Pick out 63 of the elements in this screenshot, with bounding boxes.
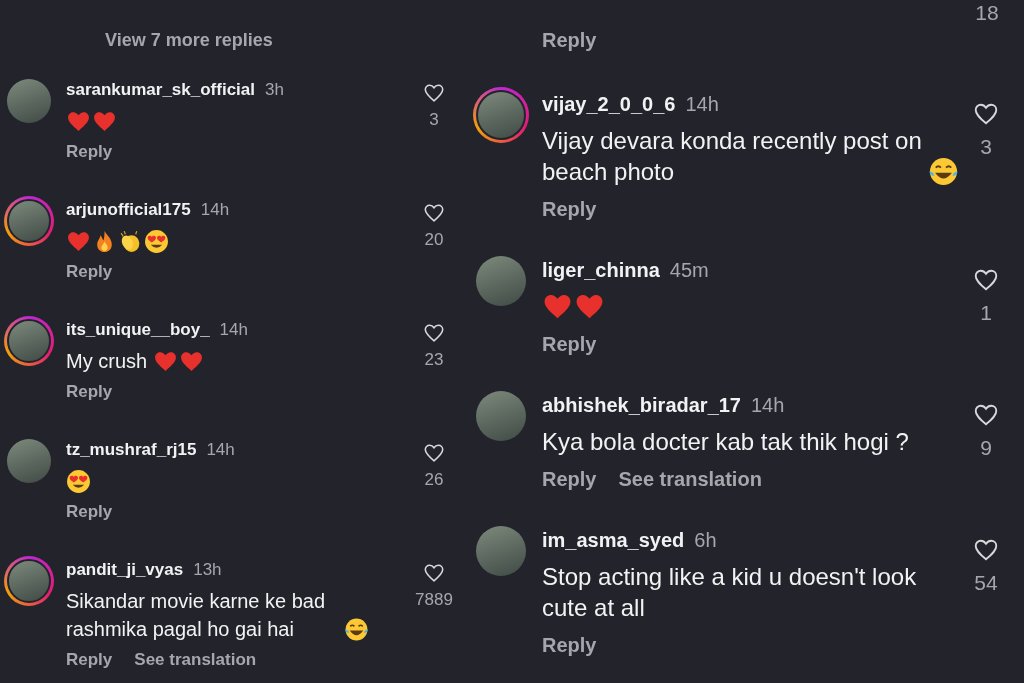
laughing-tears-emoji-icon [344, 616, 369, 642]
comment-text: Kya bola docter kab tak thik hogi ? [542, 427, 909, 457]
comment-text: Sikandar movie karne ke bad rashmika pagal ho gai hai [66, 589, 327, 642]
like-count: 54 [974, 571, 998, 595]
like-heart-icon[interactable] [973, 267, 999, 293]
username[interactable]: its_unique__boy_ [66, 316, 210, 344]
like-count: 26 [424, 470, 444, 490]
comment-time: 3h [265, 79, 284, 101]
comment-time: 13h [193, 559, 222, 581]
laughing-tears-emoji-icon [928, 156, 959, 187]
like-count: 18 [974, 1, 1000, 25]
username[interactable]: vijay_2_0_0_6 [542, 87, 676, 121]
like-count: 3 [429, 110, 439, 130]
reply-link[interactable]: Reply [542, 628, 597, 662]
like-heart-icon[interactable] [423, 202, 445, 224]
see-translation-link[interactable]: See translation [618, 462, 762, 496]
view-replies-link[interactable]: View 7 more replies [105, 30, 273, 50]
comment-time: 14h [685, 92, 719, 117]
comment-time: 45m [669, 258, 709, 283]
reply-link[interactable]: Reply [542, 327, 597, 361]
avatar-photo[interactable] [4, 196, 54, 246]
comment-time: 14h [219, 319, 248, 341]
like-count: 3 [980, 135, 992, 159]
reply-link[interactable]: Reply [66, 646, 113, 674]
reply-link[interactable]: Reply [542, 192, 597, 226]
heart-eyes-emoji-icon [144, 228, 169, 254]
comment-text: Vijay devara konda recently post on beach photo [542, 126, 922, 187]
username[interactable]: tz_mushraf_rj15 [66, 436, 197, 464]
like-heart-icon[interactable] [973, 101, 999, 127]
avatar-photo[interactable] [473, 87, 529, 143]
comment-text: Stop acting like a kid u doesn't look cute at all [542, 562, 918, 623]
username[interactable]: pandit_ji_vyas [66, 556, 184, 584]
comment-text: My crush [66, 349, 148, 374]
username[interactable]: arjunofficial175 [66, 196, 191, 224]
comment-time: 14h [200, 199, 230, 221]
see-translation-link[interactable]: See translation [134, 646, 257, 674]
username[interactable]: liger_chinna [542, 253, 660, 287]
username[interactable]: sarankumar_sk_official [66, 76, 255, 104]
like-heart-icon[interactable] [423, 322, 445, 344]
reply-link[interactable]: Reply [66, 138, 113, 166]
like-count: 20 [424, 230, 444, 250]
comment-time: 14h [751, 393, 785, 418]
comment-time: 14h [206, 439, 235, 461]
like-count: 9 [980, 436, 992, 460]
like-heart-icon[interactable] [973, 402, 999, 428]
like-heart-icon[interactable] [423, 442, 445, 464]
reply-link[interactable]: Reply [542, 23, 597, 57]
like-heart-icon[interactable] [423, 82, 445, 104]
reply-link[interactable]: Reply [542, 462, 597, 496]
username[interactable]: abhishek_biradar_17 [542, 388, 741, 422]
reply-link[interactable]: Reply [66, 498, 113, 526]
reply-link[interactable]: Reply [66, 258, 113, 286]
like-heart-icon[interactable] [973, 537, 999, 563]
like-count: 23 [424, 350, 444, 370]
like-heart-icon[interactable] [423, 562, 445, 584]
reply-link[interactable]: Reply [66, 378, 113, 406]
avatar-photo[interactable] [4, 556, 54, 606]
like-count: 1 [980, 301, 992, 325]
like-count: 7889 [415, 590, 453, 610]
heart-eyes-emoji-icon [66, 468, 91, 494]
username[interactable]: im_asma_syed [542, 523, 685, 557]
avatar-photo[interactable] [4, 316, 54, 366]
comment-time: 6h [694, 528, 717, 553]
